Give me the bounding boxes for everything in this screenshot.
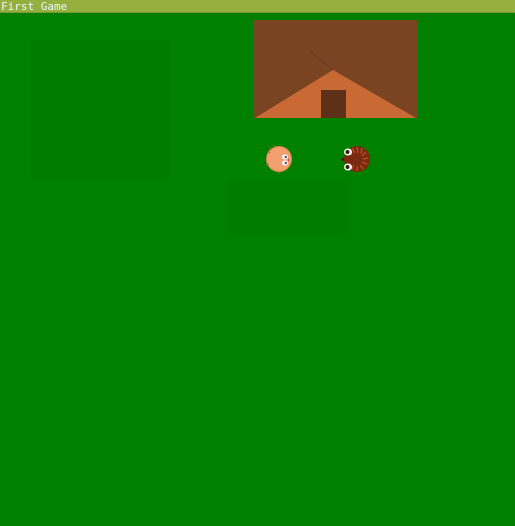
faint-grass-patch: [30, 40, 170, 180]
faint-grass-patch: [228, 180, 348, 235]
house-icon[interactable]: [253, 20, 418, 118]
brown-hedgehog-icon[interactable]: [340, 143, 372, 175]
window-title: First Game: [0, 0, 515, 13]
game-window: First Game: [0, 0, 515, 526]
house-door: [321, 90, 346, 118]
pink-creature-icon[interactable]: [264, 144, 294, 174]
